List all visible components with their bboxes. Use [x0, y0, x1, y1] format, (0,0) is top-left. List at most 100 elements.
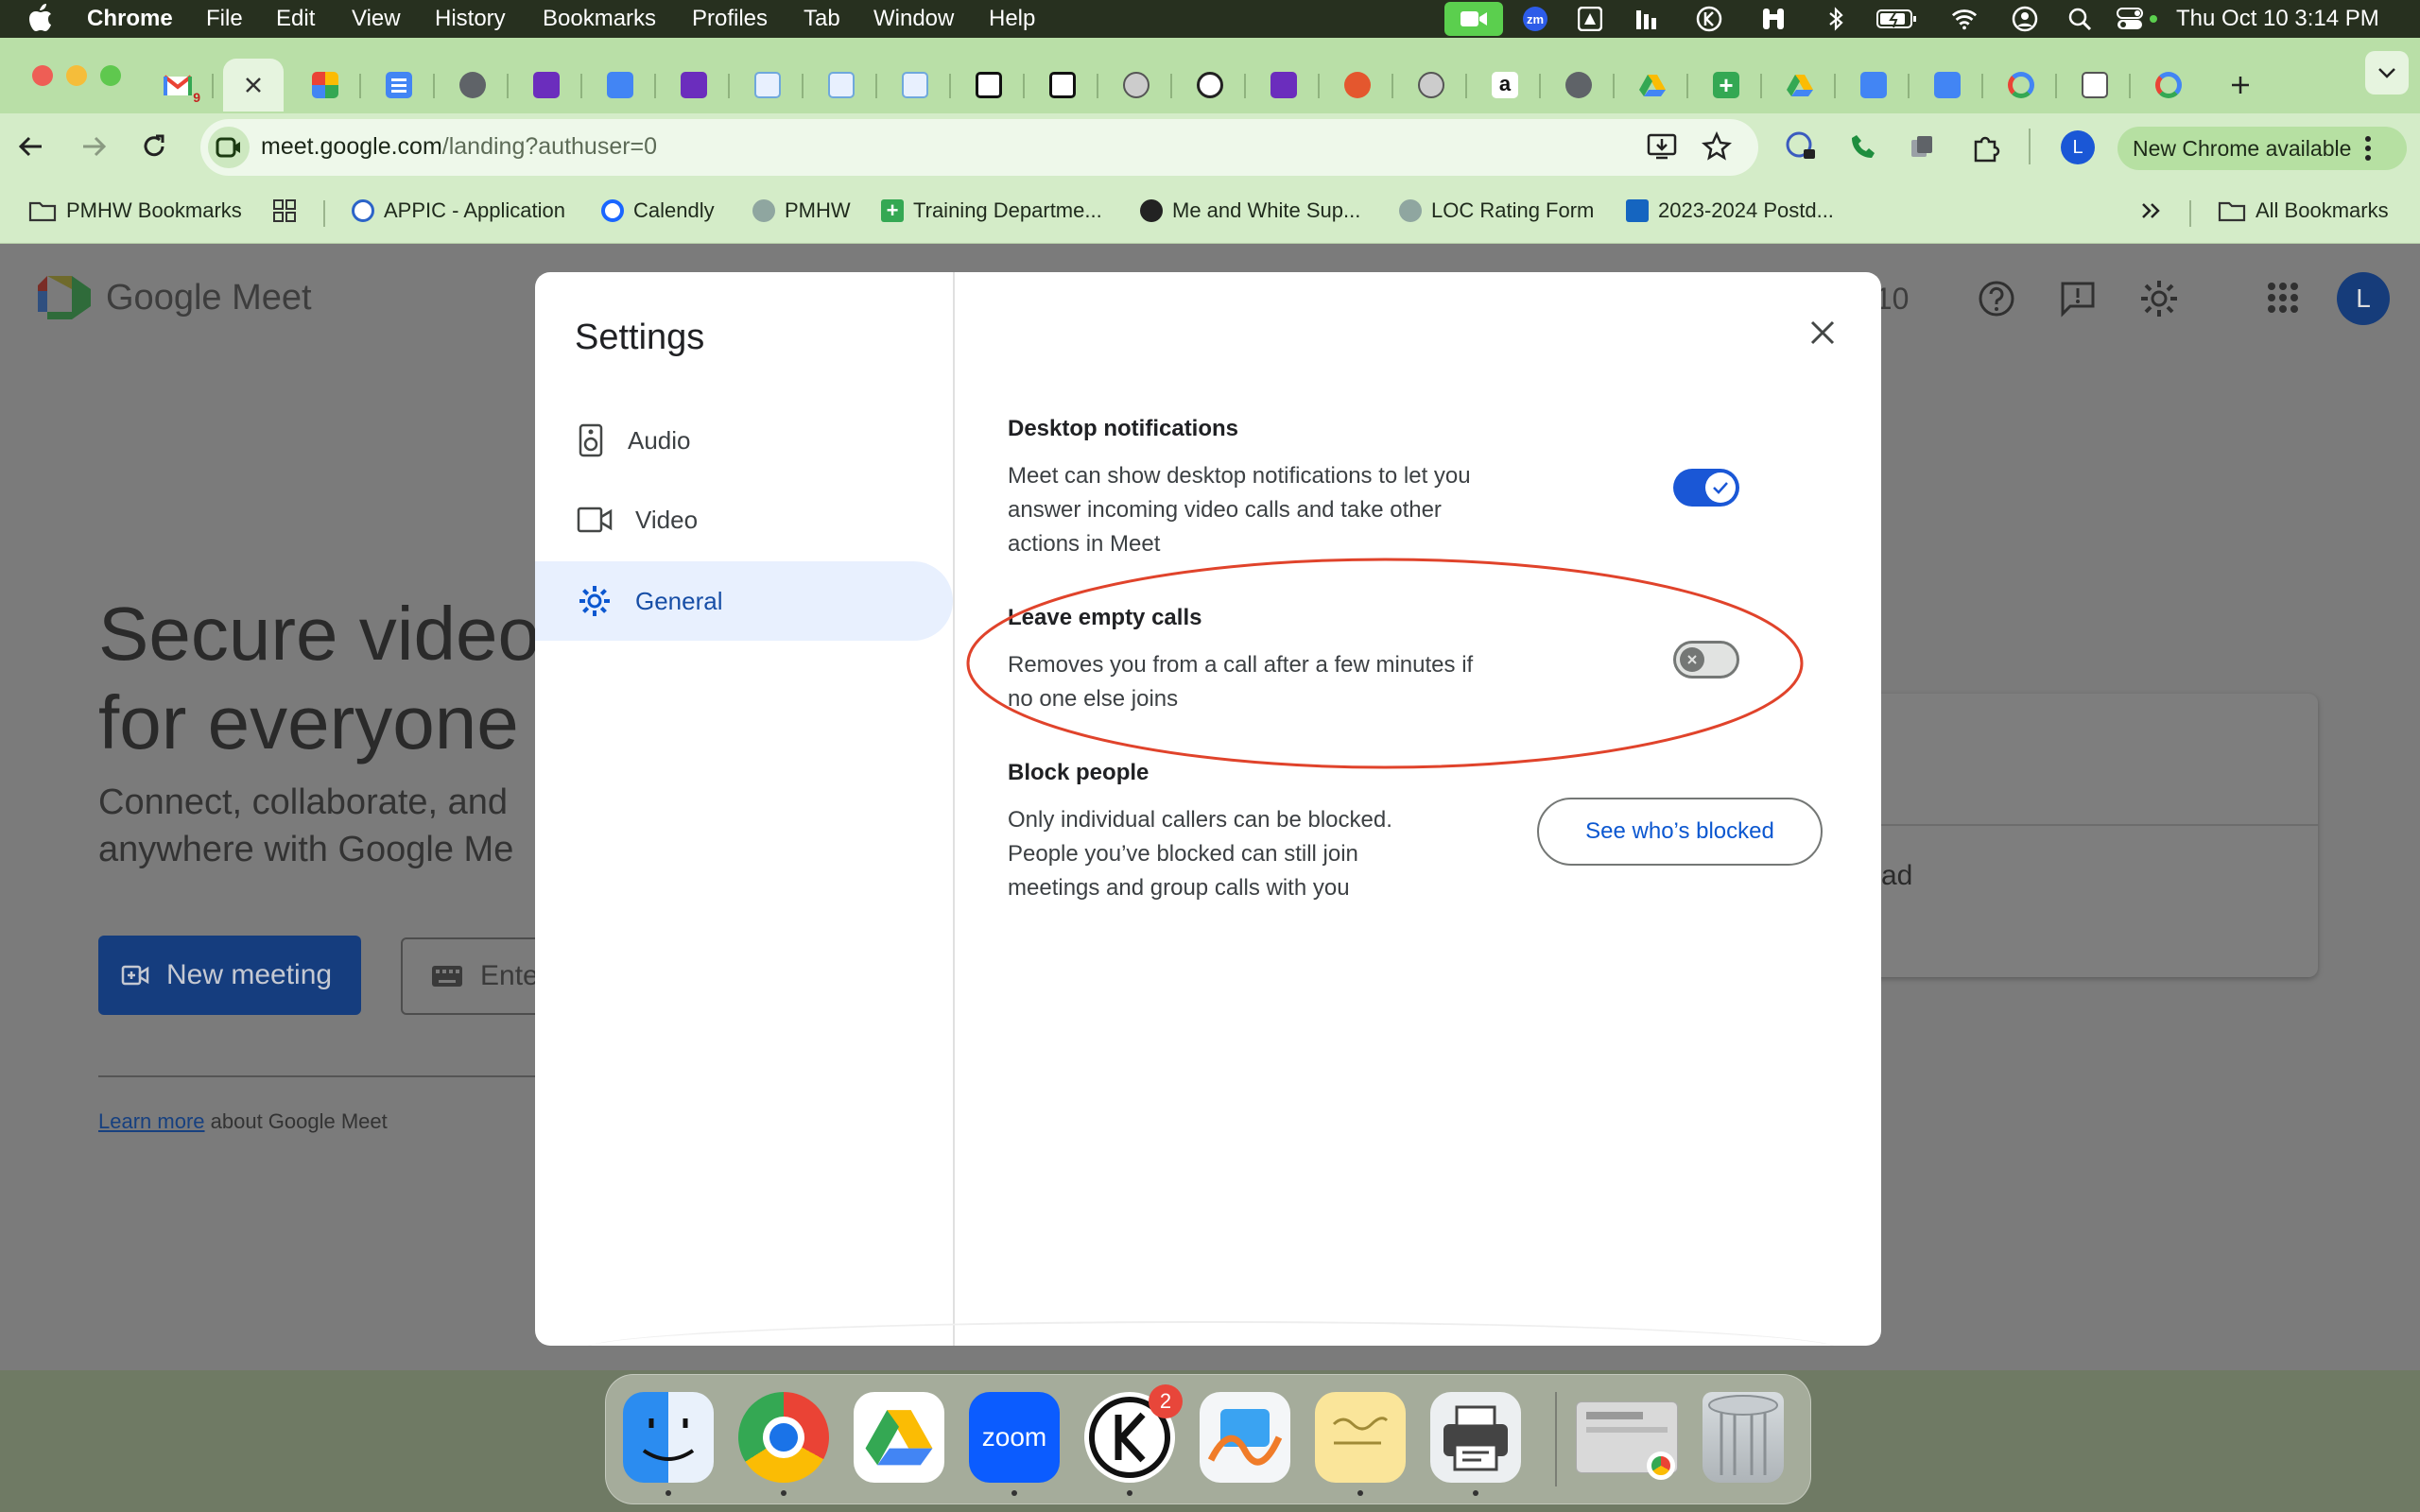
bookmark-pmhw[interactable]: PMHW — [752, 195, 851, 227]
menu-profiles[interactable]: Profiles — [692, 6, 768, 32]
learn-more-link[interactable]: Learn more — [98, 1109, 205, 1133]
bluetooth-icon[interactable] — [1823, 6, 1849, 32]
all-bookmarks-button[interactable]: All Bookmarks — [2218, 195, 2389, 227]
see-whos-blocked-button[interactable]: See who’s blocked — [1537, 798, 1823, 866]
bookmark-postdoc[interactable]: 2023-2024 Postd... — [1626, 195, 1834, 227]
zoom-icon[interactable]: zoom — [969, 1392, 1060, 1496]
bookmark-loc-rating[interactable]: LOC Rating Form — [1399, 195, 1594, 227]
tab-sheets-3[interactable] — [879, 59, 951, 112]
tab-simplepractice-3[interactable] — [1248, 59, 1320, 112]
kommunicate-icon[interactable]: 2 — [1084, 1384, 1183, 1496]
tab-search-button[interactable] — [2365, 51, 2409, 94]
tab-sheets-2[interactable] — [805, 59, 877, 112]
tab-psi-2[interactable] — [1395, 59, 1467, 112]
bookmark-me-and-white[interactable]: Me and White Sup... — [1140, 195, 1360, 227]
tab-docs-1[interactable] — [363, 59, 435, 112]
k-menu-icon[interactable] — [1696, 6, 1722, 32]
finder-icon[interactable] — [623, 1392, 714, 1496]
window-preview-icon[interactable] — [1576, 1401, 1678, 1480]
apps-grid-button[interactable] — [272, 195, 297, 227]
apple-icon[interactable] — [28, 4, 53, 32]
facetime-icon[interactable] — [1444, 2, 1503, 36]
google-apps-icon[interactable] — [2267, 282, 2299, 314]
bookmark-star-icon[interactable] — [1702, 131, 1732, 162]
extension-vpn-icon[interactable] — [1785, 130, 1817, 163]
account-avatar[interactable]: L — [2337, 272, 2390, 325]
tab-google-2[interactable] — [2133, 59, 2204, 112]
tab-simplepractice-1[interactable] — [510, 59, 582, 112]
forward-button[interactable] — [79, 132, 108, 161]
tab-sheets-1[interactable] — [732, 59, 804, 112]
extension-copy-icon[interactable] — [1908, 132, 1936, 161]
tab-simplepractice-2[interactable] — [658, 59, 730, 112]
user-account-icon[interactable] — [2012, 6, 2038, 32]
battery-icon[interactable] — [1876, 6, 1917, 32]
trash-icon[interactable] — [1703, 1392, 1784, 1483]
feedback-icon[interactable] — [2059, 280, 2097, 318]
menu-tab[interactable]: Tab — [804, 6, 840, 32]
bookmark-training[interactable]: + Training Departme... — [881, 195, 1102, 227]
settings-nav-audio[interactable]: Audio — [535, 401, 953, 480]
tab-docs-4[interactable] — [1911, 59, 1983, 112]
install-app-icon[interactable] — [1647, 132, 1677, 161]
tab-edit[interactable] — [2059, 59, 2131, 112]
site-info-button[interactable] — [208, 127, 250, 168]
wifi-icon[interactable] — [1951, 6, 1978, 32]
settings-nav-general[interactable]: General — [535, 561, 953, 641]
tab-notion-2[interactable] — [1027, 59, 1098, 112]
close-icon[interactable] — [244, 76, 263, 94]
menu-bookmarks[interactable]: Bookmarks — [543, 6, 656, 32]
freeform-icon[interactable] — [1200, 1392, 1290, 1483]
window-close-button[interactable] — [32, 65, 53, 86]
tab-drive-1[interactable] — [1616, 59, 1688, 112]
zoom-menu-icon[interactable]: zm — [1522, 6, 1548, 32]
menubar-clock[interactable]: Thu Oct 10 3:14 PM — [2176, 6, 2379, 32]
tab-google-calendar[interactable] — [289, 59, 361, 112]
tab-docs-2[interactable] — [584, 59, 656, 112]
settings-nav-video[interactable]: Video — [535, 480, 953, 559]
address-bar[interactable]: meet.google.com/landing?authuser=0 — [200, 119, 1758, 176]
extension-phone-icon[interactable] — [1849, 132, 1877, 161]
binoculars-icon[interactable] — [1760, 6, 1787, 32]
menu-view[interactable]: View — [352, 6, 401, 32]
reload-button[interactable] — [140, 132, 168, 161]
tab-amazon[interactable]: a — [1469, 59, 1541, 112]
tab-psi-1[interactable] — [1100, 59, 1172, 112]
settings-gear-icon[interactable] — [2138, 278, 2180, 319]
tab-drive-2[interactable] — [1764, 59, 1836, 112]
tab-google-meet-active[interactable] — [223, 59, 284, 112]
menu-help[interactable]: Help — [989, 6, 1035, 32]
help-icon[interactable] — [1978, 280, 2015, 318]
dialog-close-button[interactable] — [1804, 314, 1841, 352]
tab-openai[interactable] — [1174, 59, 1246, 112]
stickies-icon[interactable] — [1315, 1392, 1406, 1496]
new-meeting-button[interactable]: New meeting — [98, 936, 361, 1015]
desktop-notifications-toggle[interactable] — [1673, 469, 1739, 507]
menu-window[interactable]: Window — [873, 6, 954, 32]
tab-gmail[interactable]: 9 — [142, 59, 214, 112]
tab-canvas[interactable] — [1322, 59, 1393, 112]
back-button[interactable] — [17, 132, 45, 161]
tab-google-1[interactable] — [1985, 59, 2057, 112]
bookmark-appic[interactable]: APPIC - Application — [352, 195, 565, 227]
chrome-icon[interactable] — [738, 1392, 829, 1496]
tab-notion-1[interactable] — [953, 59, 1025, 112]
spotlight-search-icon[interactable] — [2066, 6, 2093, 32]
menu-edit[interactable]: Edit — [276, 6, 315, 32]
bookmarks-overflow-button[interactable] — [2140, 195, 2161, 227]
tab-globe-2[interactable] — [1543, 59, 1615, 112]
meet-logo[interactable]: Google Meet — [36, 274, 312, 321]
menu-file[interactable]: File — [206, 6, 243, 32]
window-zoom-button[interactable] — [100, 65, 121, 86]
bars-menu-icon[interactable] — [1634, 6, 1660, 32]
profile-avatar[interactable]: L — [2061, 130, 2095, 164]
menu-history[interactable]: History — [435, 6, 506, 32]
window-minimize-button[interactable] — [66, 65, 87, 86]
google-drive-icon[interactable] — [854, 1392, 944, 1483]
control-center-icon[interactable] — [2116, 6, 2159, 32]
app-menu-chrome[interactable]: Chrome — [87, 6, 173, 32]
extensions-puzzle-icon[interactable] — [1970, 132, 2000, 163]
bookmark-folder-pmhw[interactable]: PMHW Bookmarks — [28, 195, 242, 227]
drive-menu-icon[interactable] — [1577, 6, 1603, 32]
new-tab-button[interactable] — [2212, 59, 2269, 112]
